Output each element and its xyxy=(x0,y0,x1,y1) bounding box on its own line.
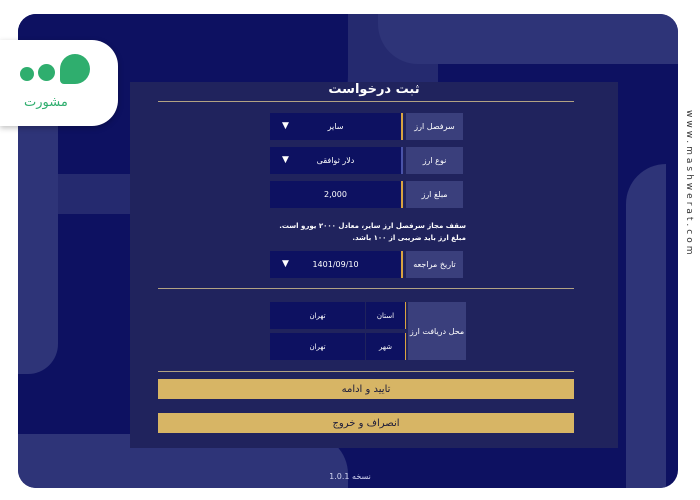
request-form-panel: ثبت درخواست سرفصل ارز سایر ▼ نوع ارز دلا… xyxy=(130,82,618,448)
divider xyxy=(158,288,574,289)
logo-dot xyxy=(20,67,34,81)
pickup-location-label: محل دریافت ارز xyxy=(408,302,466,360)
pickup-location-group: محل دریافت ارز استان تهران شهر تهران xyxy=(270,302,466,360)
currency-category-label: سرفصل ارز xyxy=(406,113,463,140)
background-decoration xyxy=(378,14,678,64)
visit-date-label: تاریخ مراجعه xyxy=(406,251,463,278)
city-label: شهر xyxy=(366,333,406,360)
logo: مشورت xyxy=(0,40,118,126)
visit-date-select[interactable]: 1401/09/10 ▼ xyxy=(270,251,403,278)
currency-type-label: نوع ارز xyxy=(406,147,463,174)
logo-dot xyxy=(60,54,90,84)
currency-type-value: دلار ثوافقی xyxy=(316,156,355,165)
divider xyxy=(158,101,574,102)
dropdown-arrow-icon: ▼ xyxy=(282,259,289,269)
page-title: ثبت درخواست xyxy=(328,82,420,97)
province-select[interactable]: تهران xyxy=(270,302,365,329)
logo-text: مشورت xyxy=(24,95,68,110)
note-line: سقف مجاز سرفصل ارز سایر، معادل ۲۰۰۰ یورو… xyxy=(279,222,466,230)
note-line: مبلغ ارز باید ضریبی از ۱۰۰ باشد. xyxy=(352,234,466,242)
currency-category-select[interactable]: سایر ▼ xyxy=(270,113,403,140)
version-label: نسخه 1.0.1 xyxy=(329,472,371,481)
background-decoration xyxy=(626,164,666,488)
watermark: www.mashwerat.com xyxy=(684,110,694,258)
visit-date-value: 1401/09/10 xyxy=(312,260,359,269)
dropdown-arrow-icon: ▼ xyxy=(282,121,289,131)
currency-category-value: سایر xyxy=(327,122,344,131)
amount-input[interactable]: 2,000 xyxy=(270,181,403,208)
amount-label: مبلغ ارز xyxy=(406,181,463,208)
province-label: استان xyxy=(366,302,406,329)
amount-note: سقف مجاز سرفصل ارز سایر، معادل ۲۰۰۰ یورو… xyxy=(270,220,466,244)
cancel-exit-button[interactable]: انصراف و خروج xyxy=(158,413,574,433)
background-decoration xyxy=(18,94,58,374)
dropdown-arrow-icon: ▼ xyxy=(282,155,289,165)
divider xyxy=(158,371,574,372)
city-select[interactable]: تهران xyxy=(270,333,365,360)
logo-dot xyxy=(38,64,55,81)
amount-value: 2,000 xyxy=(324,190,347,199)
currency-type-select[interactable]: دلار ثوافقی ▼ xyxy=(270,147,403,174)
confirm-continue-button[interactable]: تایید و ادامه xyxy=(158,379,574,399)
